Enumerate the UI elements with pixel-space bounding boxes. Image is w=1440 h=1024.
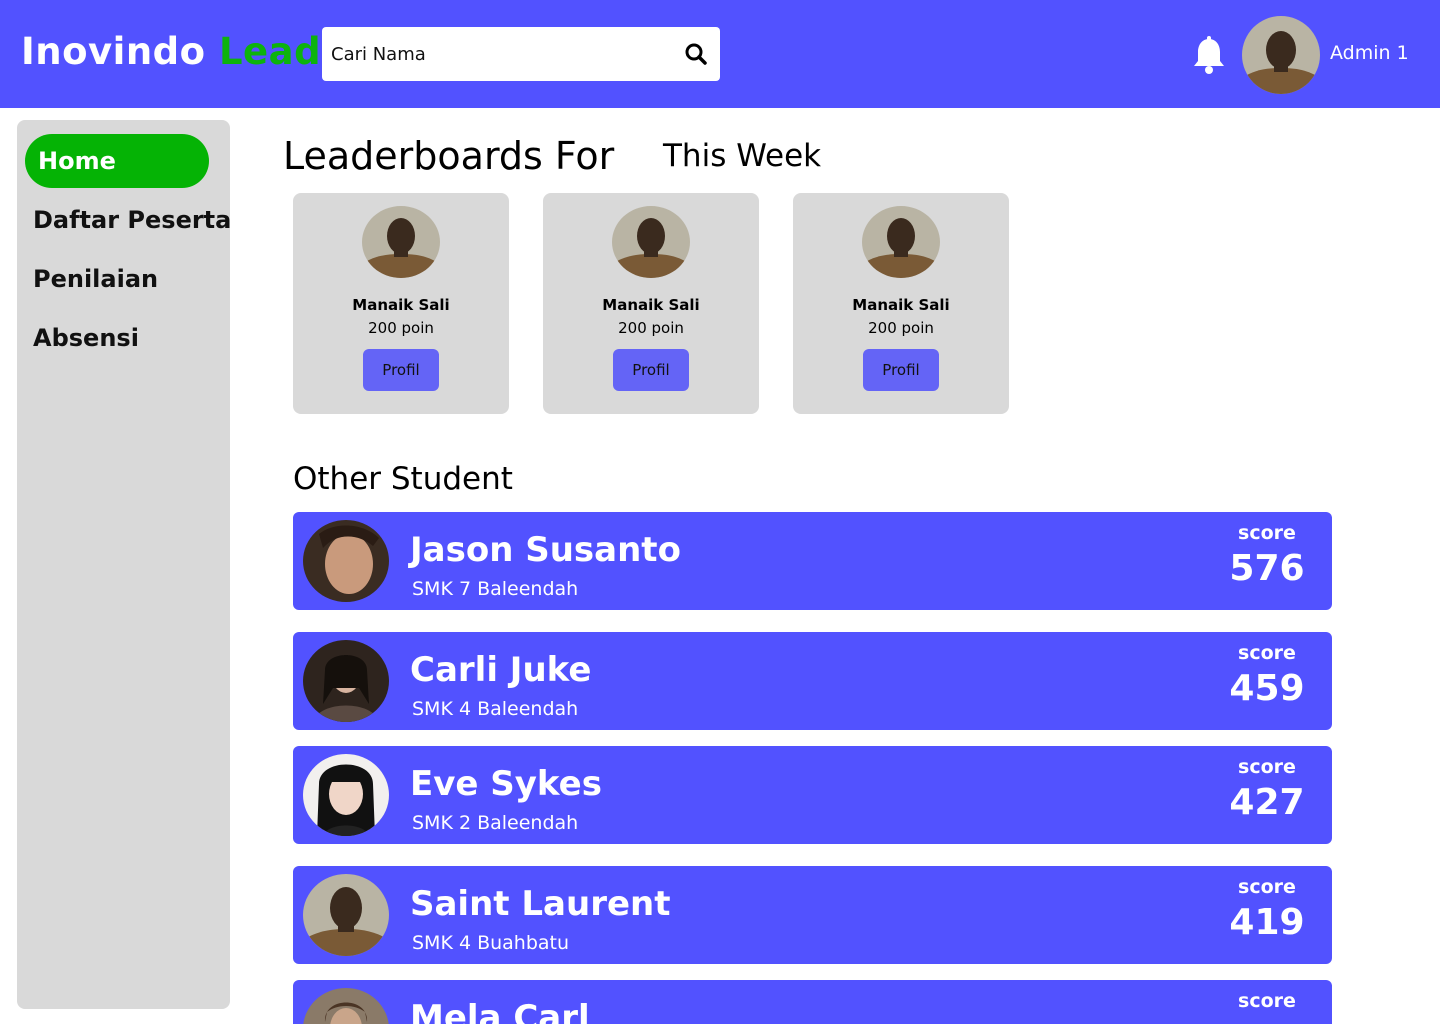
card-name: Manaik Sali [602, 296, 700, 314]
avatar [612, 206, 690, 278]
student-name: Saint Laurent [410, 884, 671, 924]
avatar [362, 206, 440, 278]
student-score: 459 [1229, 668, 1305, 709]
search-box [322, 27, 720, 81]
score-label: score [1238, 990, 1296, 1012]
card-points: 200 poin [618, 319, 684, 337]
student-name: Carli Juke [410, 650, 592, 690]
student-name: Mela Carl [410, 998, 590, 1024]
card-points: 200 poin [868, 319, 934, 337]
score-label: score [1238, 642, 1296, 664]
score-label: score [1238, 876, 1296, 898]
sidebar: Home Daftar Peserta Penilaian Absensi [17, 120, 231, 1009]
card-name: Manaik Sali [352, 296, 450, 314]
logo-main-text: Inovindo [21, 30, 206, 73]
leaderboard-period: This Week [663, 138, 822, 174]
avatar [303, 754, 389, 836]
score-label: score [1238, 522, 1296, 544]
avatar [303, 520, 389, 602]
bell-icon[interactable] [1192, 36, 1226, 76]
student-score: 419 [1229, 902, 1305, 943]
student-row[interactable]: Jason Susanto SMK 7 Baleendah score 576 [293, 512, 1332, 610]
student-name: Jason Susanto [410, 530, 681, 570]
profile-button[interactable]: Profil [863, 349, 939, 391]
logo-accent-text: Lead [218, 30, 322, 73]
app-logo[interactable]: Inovindo Lead [21, 30, 321, 73]
leaderboard-card: Manaik Sali 200 poin Profil [543, 193, 759, 414]
student-school: SMK 2 Baleendah [412, 812, 579, 834]
student-score: 576 [1229, 548, 1305, 589]
student-row[interactable]: Saint Laurent SMK 4 Buahbatu score 419 [293, 866, 1332, 964]
search-icon[interactable] [684, 42, 708, 66]
student-row[interactable]: Mela Carl score [293, 980, 1332, 1024]
other-student-title: Other Student [293, 461, 513, 497]
student-school: SMK 4 Baleendah [412, 698, 579, 720]
profile-button[interactable]: Profil [613, 349, 689, 391]
leaderboard-card: Manaik Sali 200 poin Profil [293, 193, 509, 414]
admin-avatar[interactable] [1242, 16, 1320, 94]
leaderboard-title: Leaderboards For [283, 134, 615, 178]
student-score: 427 [1229, 782, 1305, 823]
student-row[interactable]: Eve Sykes SMK 2 Baleendah score 427 [293, 746, 1332, 844]
student-school: SMK 7 Baleendah [412, 578, 579, 600]
avatar [303, 874, 389, 956]
avatar [303, 988, 389, 1024]
top-bar: Inovindo Lead Admin 1 [0, 0, 1440, 108]
sidebar-item-absensi[interactable]: Absensi [25, 311, 225, 365]
sidebar-item-penilaian[interactable]: Penilaian [25, 252, 225, 306]
student-row[interactable]: Carli Juke SMK 4 Baleendah score 459 [293, 632, 1332, 730]
avatar [862, 206, 940, 278]
student-name: Eve Sykes [410, 764, 602, 804]
score-label: score [1238, 756, 1296, 778]
sidebar-item-home[interactable]: Home [25, 134, 209, 188]
leaderboard-card: Manaik Sali 200 poin Profil [793, 193, 1009, 414]
card-points: 200 poin [368, 319, 434, 337]
avatar [303, 640, 389, 722]
sidebar-item-daftar-peserta[interactable]: Daftar Peserta [25, 193, 231, 247]
profile-button[interactable]: Profil [363, 349, 439, 391]
admin-name[interactable]: Admin 1 [1330, 42, 1409, 64]
student-school: SMK 4 Buahbatu [412, 932, 570, 954]
search-input[interactable] [331, 27, 671, 81]
card-name: Manaik Sali [852, 296, 950, 314]
